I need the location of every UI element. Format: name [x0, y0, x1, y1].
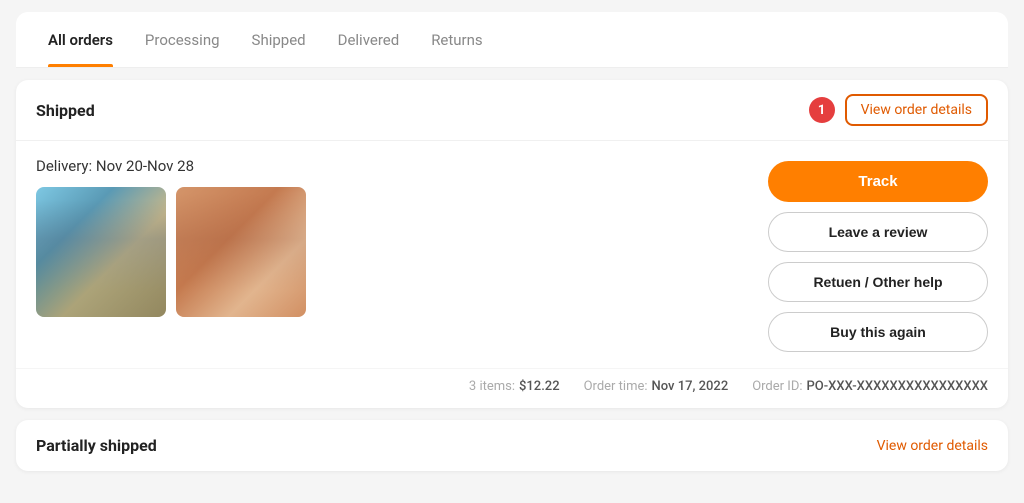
card-footer: 3 items: $12.22 Order time: Nov 17, 2022…	[16, 368, 1008, 408]
footer-order-id: Order ID: PO-XXX-XXXXXXXXXXXXXXXX	[752, 379, 988, 394]
card-body: Delivery: Nov 20-Nov 28 Track Leave a re…	[16, 141, 1008, 368]
footer-items-count: 3 items: $12.22	[469, 379, 560, 394]
tab-processing[interactable]: Processing	[129, 13, 236, 67]
card-body-left: Delivery: Nov 20-Nov 28	[36, 157, 748, 352]
product-image-1	[36, 187, 166, 317]
tab-shipped[interactable]: Shipped	[236, 13, 322, 67]
leave-review-button[interactable]: Leave a review	[768, 212, 988, 252]
track-button[interactable]: Track	[768, 161, 988, 202]
partial-status-label: Partially shipped	[36, 436, 157, 455]
items-label: 3 items:	[469, 379, 515, 394]
tab-returns[interactable]: Returns	[415, 13, 498, 67]
notification-badge: 1	[809, 97, 835, 123]
product-image-2	[176, 187, 306, 317]
card-body-right: Track Leave a review Retuen / Other help…	[768, 157, 988, 352]
order-card-shipped: Shipped 1 View order details Delivery: N…	[16, 80, 1008, 408]
order-status-label: Shipped	[36, 101, 95, 120]
product-images	[36, 187, 748, 317]
order-time-value: Nov 17, 2022	[652, 379, 729, 394]
return-help-button[interactable]: Retuen / Other help	[768, 262, 988, 302]
order-id-value: PO-XXX-XXXXXXXXXXXXXXXX	[807, 379, 988, 394]
items-price: $12.22	[519, 379, 560, 394]
tabs-bar: All orders Processing Shipped Delivered …	[16, 12, 1008, 68]
card-header: Shipped 1 View order details	[16, 80, 1008, 141]
order-id-label: Order ID:	[752, 379, 802, 394]
delivery-date: Delivery: Nov 20-Nov 28	[36, 157, 748, 175]
view-order-details-link[interactable]: View order details	[845, 94, 988, 126]
order-time-label: Order time:	[584, 379, 648, 394]
buy-again-button[interactable]: Buy this again	[768, 312, 988, 352]
partial-shipped-card: Partially shipped View order details	[16, 420, 1008, 471]
tab-all-orders[interactable]: All orders	[32, 13, 129, 67]
partial-view-details-link[interactable]: View order details	[877, 438, 988, 454]
tab-delivered[interactable]: Delivered	[322, 13, 416, 67]
page-container: All orders Processing Shipped Delivered …	[0, 0, 1024, 483]
footer-order-time: Order time: Nov 17, 2022	[584, 379, 729, 394]
card-header-right: 1 View order details	[809, 94, 988, 126]
